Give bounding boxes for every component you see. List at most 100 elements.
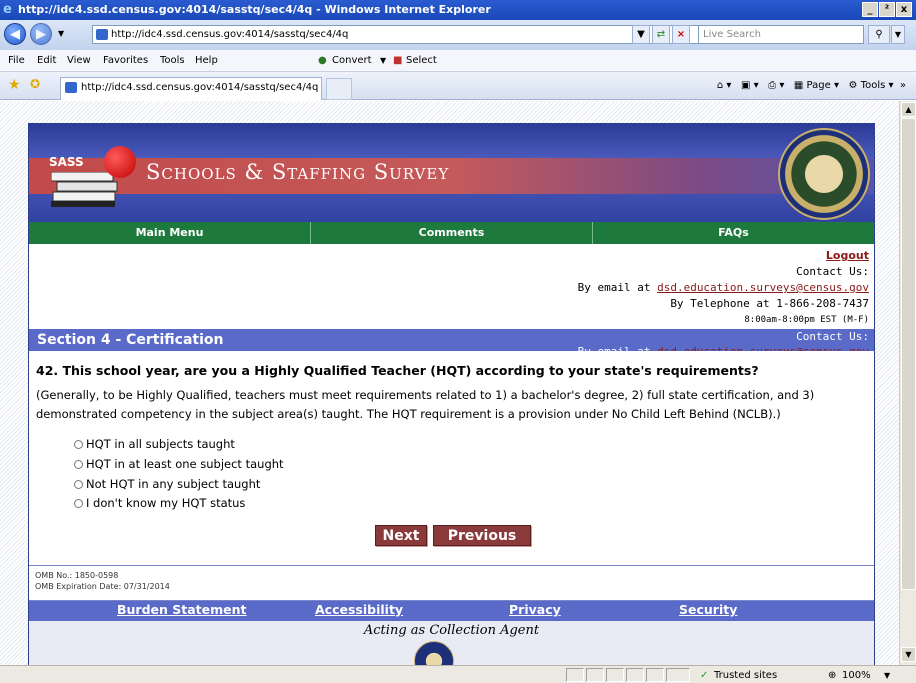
zoom-level[interactable]: 100% bbox=[842, 667, 871, 683]
search-options-chevron-icon[interactable]: ▼ bbox=[891, 25, 905, 44]
option-hqt-one[interactable]: HQT in at least one subject taught bbox=[74, 456, 284, 472]
convert-chevron-icon[interactable]: ▼ bbox=[380, 50, 386, 72]
more-chevron-icon[interactable]: » bbox=[900, 80, 906, 91]
favorites-star-icon[interactable]: ★ bbox=[8, 77, 21, 93]
convert-button[interactable]: Convert bbox=[332, 50, 372, 72]
menu-edit[interactable]: Edit bbox=[37, 50, 56, 72]
accessibility-link[interactable]: Accessibility bbox=[315, 602, 403, 617]
section-contact-overlap: Contact Us: By email at dsd.education.su… bbox=[578, 329, 869, 351]
tab-page-icon bbox=[65, 82, 77, 93]
home-icon[interactable]: ⌂ ▾ bbox=[717, 80, 732, 91]
books-icon bbox=[51, 172, 118, 207]
status-bar: ✓ Trusted sites ⊕ 100% ▼ bbox=[0, 665, 916, 683]
status-cell bbox=[566, 668, 584, 682]
search-icon[interactable]: ⚲ bbox=[868, 25, 890, 44]
scroll-down-icon[interactable]: ▼ bbox=[901, 647, 916, 662]
nav-comments[interactable]: Comments bbox=[311, 222, 593, 244]
scroll-up-icon[interactable]: ▲ bbox=[901, 102, 916, 117]
address-dropdown-button[interactable]: ▼ bbox=[632, 25, 650, 44]
telephone-text: By Telephone at 1-866-208-7437 bbox=[670, 297, 869, 310]
department-of-commerce-seal-icon bbox=[414, 641, 454, 665]
page-menu[interactable]: ▦ Page ▾ bbox=[794, 80, 839, 91]
collection-agent: Acting as Collection Agent bbox=[29, 621, 874, 665]
page-icon bbox=[96, 29, 108, 40]
title-bar: e http://idc4.ssd.census.gov:4014/sasstq… bbox=[0, 0, 916, 20]
menu-bar: File Edit View Favorites Tools Help ● Co… bbox=[0, 50, 916, 72]
next-button[interactable]: Next bbox=[375, 525, 427, 546]
menu-file[interactable]: File bbox=[8, 50, 25, 72]
section-email-prefix: By email at bbox=[578, 345, 651, 351]
stop-icon[interactable]: × bbox=[672, 25, 690, 44]
recent-pages-chevron-icon[interactable]: ▼ bbox=[58, 29, 64, 38]
vertical-scrollbar[interactable]: ▲ ▼ bbox=[899, 101, 916, 665]
minimize-button[interactable]: _ bbox=[862, 2, 878, 17]
omb-info: OMB No.: 1850-0598 OMB Expiration Date: … bbox=[29, 565, 874, 601]
burden-statement-link[interactable]: Burden Statement bbox=[117, 602, 247, 617]
feeds-icon[interactable]: ▣ ▾ bbox=[741, 80, 759, 91]
close-button[interactable]: x bbox=[896, 2, 912, 17]
footer-nav: Burden Statement Accessibility Privacy S… bbox=[29, 601, 874, 621]
nav-main-menu[interactable]: Main Menu bbox=[29, 222, 311, 244]
add-favorites-icon[interactable]: ✪ bbox=[30, 77, 40, 91]
address-row: ◀ ▶ ▼ http://idc4.ssd.census.gov:4014/sa… bbox=[0, 20, 916, 50]
option-hqt-all[interactable]: HQT in all subjects taught bbox=[74, 436, 235, 452]
radio-button[interactable] bbox=[74, 460, 83, 469]
nav-faqs[interactable]: FAQs bbox=[593, 222, 874, 244]
search-input[interactable]: Live Search bbox=[698, 25, 864, 44]
privacy-link[interactable]: Privacy bbox=[509, 602, 561, 617]
zoom-chevron-icon[interactable]: ▼ bbox=[884, 667, 890, 683]
contact-us-label: Contact Us: bbox=[796, 265, 869, 278]
previous-button[interactable]: Previous bbox=[433, 525, 531, 546]
main-nav: Main Menu Comments FAQs bbox=[29, 222, 874, 244]
menu-help[interactable]: Help bbox=[195, 50, 218, 72]
page-menu-icon: ▦ bbox=[793, 80, 804, 91]
security-link[interactable]: Security bbox=[679, 602, 737, 617]
content-viewport: SASS Schools & Staffing Survey Main Menu… bbox=[0, 101, 899, 665]
survey-page: SASS Schools & Staffing Survey Main Menu… bbox=[28, 123, 875, 665]
print-icon[interactable]: ⎙ ▾ bbox=[768, 80, 784, 91]
status-cell bbox=[606, 668, 624, 682]
browser-tab[interactable]: http://idc4.ssd.census.gov:4014/sasstq/s… bbox=[60, 77, 322, 100]
contact-block: Logout Contact Us: By email at dsd.educa… bbox=[578, 248, 869, 328]
section-header: Section 4 - Certification Contact Us: By… bbox=[29, 329, 874, 351]
question-text: 42. This school year, are you a Highly Q… bbox=[36, 363, 759, 378]
menu-favorites[interactable]: Favorites bbox=[103, 50, 148, 72]
convert-icon: ● bbox=[318, 55, 327, 66]
refresh-icon[interactable]: ⇄ bbox=[652, 25, 670, 44]
ie-icon: e bbox=[3, 2, 12, 17]
address-url: http://idc4.ssd.census.gov:4014/sasstq/s… bbox=[111, 29, 349, 40]
radio-button[interactable] bbox=[74, 480, 83, 489]
restore-button[interactable]: ² bbox=[879, 2, 895, 17]
section-email-link[interactable]: dsd.education.surveys@census.gov bbox=[657, 345, 869, 351]
option-label: I don't know my HQT status bbox=[86, 496, 246, 510]
omb-expiration: OMB Expiration Date: 07/31/2014 bbox=[35, 582, 170, 591]
menu-tools[interactable]: Tools bbox=[160, 50, 185, 72]
menu-view[interactable]: View bbox=[67, 50, 91, 72]
forward-button[interactable]: ▶ bbox=[30, 23, 52, 45]
tools-menu[interactable]: ⚙ Tools ▾ bbox=[849, 80, 894, 91]
email-link[interactable]: dsd.education.surveys@census.gov bbox=[657, 281, 869, 294]
logout-link[interactable]: Logout bbox=[826, 249, 869, 262]
question-explanation: (Generally, to be Highly Qualified, teac… bbox=[36, 388, 815, 421]
omb-number: OMB No.: 1850-0598 bbox=[35, 571, 119, 580]
select-button[interactable]: Select bbox=[406, 50, 437, 72]
option-label: HQT in at least one subject taught bbox=[86, 457, 284, 471]
zoom-icon: ⊕ bbox=[828, 670, 837, 681]
status-cell bbox=[626, 668, 644, 682]
select-icon: ■ bbox=[393, 55, 403, 66]
security-zone[interactable]: Trusted sites bbox=[714, 667, 777, 683]
status-cell bbox=[666, 668, 690, 682]
tab-label: http://idc4.ssd.census.gov:4014/sasstq/s… bbox=[81, 82, 319, 93]
new-tab-button[interactable] bbox=[326, 78, 352, 100]
radio-button[interactable] bbox=[74, 499, 83, 508]
option-dont-know[interactable]: I don't know my HQT status bbox=[74, 495, 245, 511]
email-prefix: By email at bbox=[577, 281, 651, 294]
scroll-thumb[interactable] bbox=[901, 118, 916, 590]
banner-title: Schools & Staffing Survey bbox=[146, 160, 450, 184]
tab-row: ★ ✪ http://idc4.ssd.census.gov:4014/sass… bbox=[0, 72, 916, 100]
window-title: http://idc4.ssd.census.gov:4014/sasstq/s… bbox=[18, 3, 491, 16]
option-not-hqt[interactable]: Not HQT in any subject taught bbox=[74, 476, 260, 492]
radio-button[interactable] bbox=[74, 440, 83, 449]
back-button[interactable]: ◀ bbox=[4, 23, 26, 45]
option-label: HQT in all subjects taught bbox=[86, 437, 235, 451]
